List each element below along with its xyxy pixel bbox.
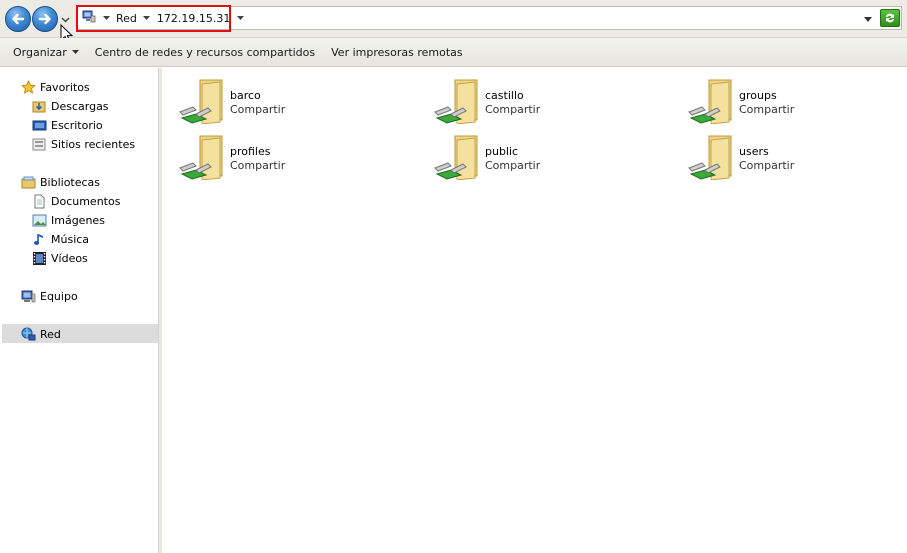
share-type: Compartir — [230, 159, 286, 172]
network-globe-icon — [20, 326, 36, 342]
share-type: Compartir — [485, 103, 541, 116]
chevron-down-icon — [864, 16, 872, 22]
address-bar-strip: Red 172.19.15.31 — [0, 0, 907, 43]
share-item-barco[interactable]: barco Compartir — [162, 70, 382, 124]
share-type: Compartir — [739, 159, 795, 172]
nav-item-documents[interactable]: Documentos — [31, 192, 120, 210]
back-button[interactable] — [5, 6, 31, 32]
content-area: barco Compartir castillo Compartir group… — [162, 68, 907, 553]
share-name: users — [739, 145, 769, 158]
share-name: groups — [739, 89, 777, 102]
network-sharing-center-button[interactable]: Centro de redes y recursos compartidos — [95, 46, 315, 59]
command-bar: Organizar Centro de redes y recursos com… — [0, 38, 907, 67]
shared-folder-icon — [179, 79, 223, 124]
computer-icon — [20, 288, 36, 304]
organize-menu-button[interactable]: Organizar — [13, 46, 79, 59]
desktop-icon — [31, 117, 47, 133]
nav-item-desktop[interactable]: Escritorio — [31, 116, 103, 134]
share-item-castillo[interactable]: castillo Compartir — [417, 70, 637, 124]
shared-folder-icon — [434, 135, 478, 180]
pictures-icon — [31, 212, 47, 228]
nav-item-recent-places[interactable]: Sitios recientes — [31, 135, 135, 153]
nav-computer[interactable]: Equipo — [20, 287, 78, 305]
nav-libraries[interactable]: Bibliotecas — [20, 173, 100, 191]
downloads-folder-icon — [31, 98, 47, 114]
share-name: public — [485, 145, 519, 158]
recent-places-icon — [31, 136, 47, 152]
breadcrumb-arrow-icon[interactable] — [236, 14, 244, 22]
shared-folder-icon — [434, 79, 478, 124]
documents-icon — [31, 193, 47, 209]
nav-item-videos[interactable]: Vídeos — [31, 249, 88, 267]
nav-item-downloads[interactable]: Descargas — [31, 97, 109, 115]
share-type: Compartir — [230, 103, 286, 116]
refresh-icon — [886, 13, 894, 23]
share-type: Compartir — [739, 103, 795, 116]
chevron-down-icon — [61, 17, 69, 23]
share-name: profiles — [230, 145, 271, 158]
nav-item-music[interactable]: Música — [31, 230, 89, 248]
music-note-icon — [31, 231, 47, 247]
navigation-pane: Favoritos Descargas Escritorio Sitios re… — [0, 68, 159, 553]
video-film-icon — [31, 250, 47, 266]
address-history-dropdown[interactable] — [862, 13, 874, 25]
share-item-users[interactable]: users Compartir — [671, 126, 891, 180]
share-name: castillo — [485, 89, 524, 102]
nav-item-pictures[interactable]: Imágenes — [31, 211, 105, 229]
arrow-right-icon — [38, 13, 51, 25]
share-item-public[interactable]: public Compartir — [417, 126, 637, 180]
share-name: barco — [230, 89, 261, 102]
share-type: Compartir — [485, 159, 541, 172]
share-item-groups[interactable]: groups Compartir — [671, 70, 891, 124]
share-item-profiles[interactable]: profiles Compartir — [162, 126, 382, 180]
arrow-left-icon — [12, 13, 25, 25]
nav-favorites[interactable]: Favoritos — [20, 78, 90, 96]
shared-folder-icon — [688, 135, 732, 180]
shared-folder-icon — [179, 135, 223, 180]
refresh-button[interactable] — [880, 9, 900, 27]
libraries-icon — [20, 174, 36, 190]
nav-network[interactable]: Red — [20, 325, 61, 343]
star-icon — [20, 79, 36, 95]
shared-folder-icon — [688, 79, 732, 124]
chevron-down-icon — [71, 49, 79, 54]
address-highlight-box — [76, 5, 231, 32]
view-remote-printers-button[interactable]: Ver impresoras remotas — [331, 46, 463, 59]
forward-button[interactable] — [32, 6, 58, 32]
